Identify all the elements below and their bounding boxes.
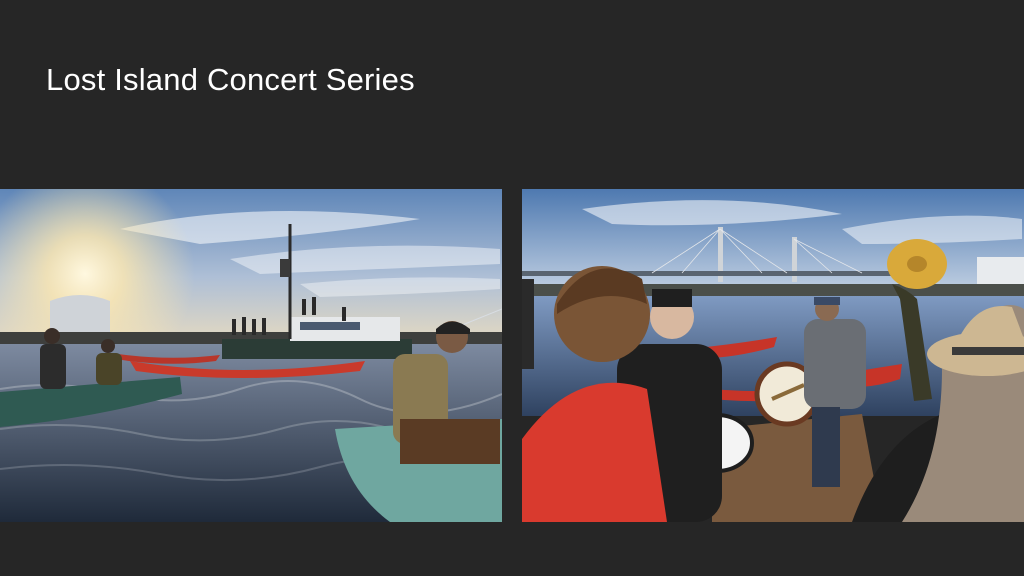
photo-canoes-sunset bbox=[0, 189, 502, 522]
slide-title: Lost Island Concert Series bbox=[46, 62, 415, 97]
photo-band-dock bbox=[522, 189, 1024, 522]
slide: Lost Island Concert Series bbox=[0, 0, 1024, 576]
